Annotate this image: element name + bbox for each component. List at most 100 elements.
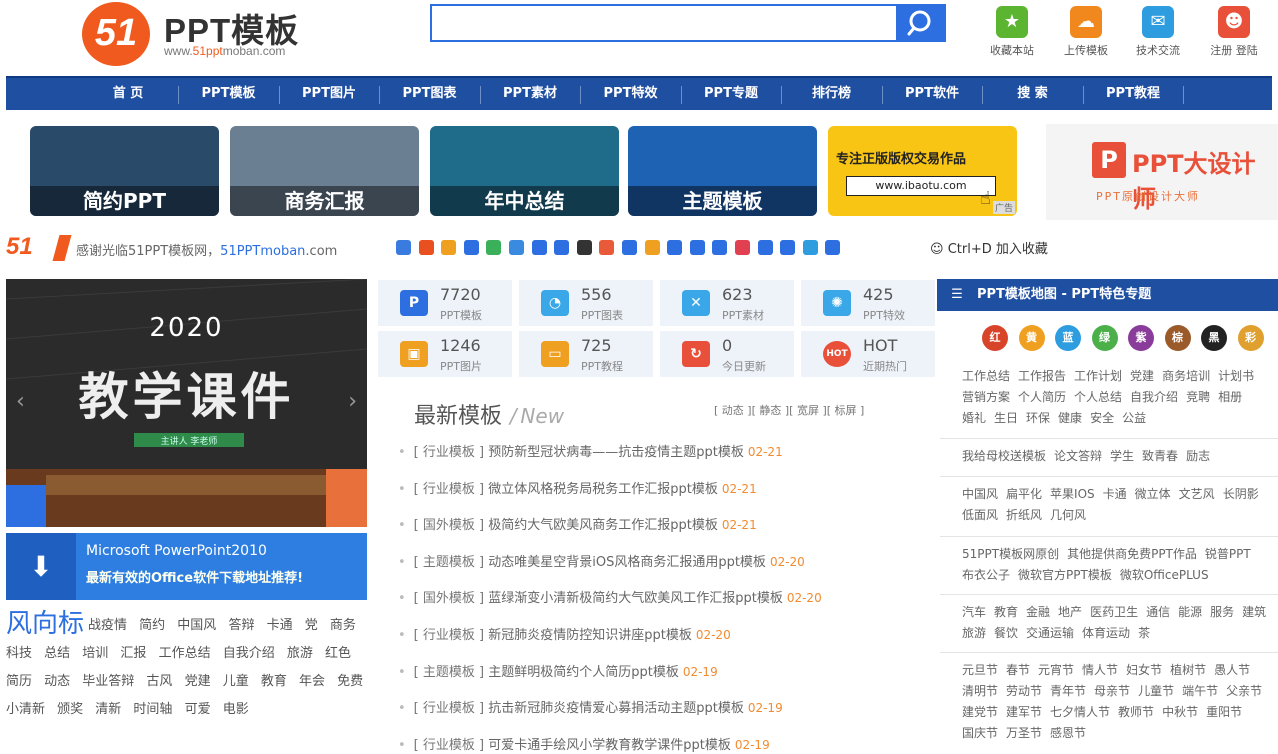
latest-item-category[interactable]: [ 行业模板 ] xyxy=(414,482,484,497)
map-tag[interactable]: 安全 xyxy=(1090,411,1114,425)
latest-item[interactable]: • [ 国外模板 ] 极简约大气欧美风商务工作汇报ppt模板 02-21 xyxy=(398,514,908,534)
latest-item-category[interactable]: [ 行业模板 ] xyxy=(414,445,484,460)
trending-tag[interactable]: 战疫情 xyxy=(88,618,131,633)
map-tag[interactable]: 相册 xyxy=(1218,390,1242,404)
latest-item-title[interactable]: 蓝绿渐变小清新极简约大气欧美风工作汇报ppt模板 xyxy=(484,591,783,606)
map-tag[interactable]: 元旦节 xyxy=(962,663,998,677)
stat-PPT教程[interactable]: ▭ 725 PPT教程 xyxy=(519,331,653,377)
nav-item-1[interactable]: PPT模板 xyxy=(179,78,279,110)
trending-tag[interactable]: 培训 xyxy=(82,646,112,661)
map-tag[interactable]: 个人简历 xyxy=(1018,390,1066,404)
map-tag[interactable]: 服务 xyxy=(1210,605,1234,619)
trending-tag[interactable]: 古风 xyxy=(146,674,176,689)
share-icon[interactable] xyxy=(712,240,728,255)
map-tag[interactable]: 父亲节 xyxy=(1226,684,1262,698)
color-6[interactable]: 黑 xyxy=(1201,325,1227,351)
map-tag[interactable]: 营销方案 xyxy=(962,390,1010,404)
trending-tag[interactable]: 教育 xyxy=(261,674,291,689)
map-tag[interactable]: 中秋节 xyxy=(1162,705,1198,719)
trending-tag[interactable]: 清新 xyxy=(95,702,125,717)
map-tag[interactable]: 致青春 xyxy=(1142,449,1178,463)
map-tag[interactable]: 教师节 xyxy=(1118,705,1154,719)
color-5[interactable]: 棕 xyxy=(1164,325,1191,351)
trending-tag[interactable]: 年会 xyxy=(299,674,329,689)
map-tag[interactable]: 中国风 xyxy=(962,487,998,501)
latest-item-title[interactable]: 抗击新冠肺炎疫情爱心募捐活动主题ppt模板 xyxy=(484,701,744,716)
nav-item-9[interactable]: 搜 索 xyxy=(983,78,1083,110)
map-tag[interactable]: 情人节 xyxy=(1082,663,1118,677)
map-tag[interactable]: 低面风 xyxy=(962,508,998,522)
map-tag[interactable]: 餐饮 xyxy=(994,626,1018,640)
map-tag[interactable]: 建筑 xyxy=(1242,605,1266,619)
map-tag[interactable]: 文艺风 xyxy=(1179,487,1215,501)
trending-tag[interactable]: 工作总结 xyxy=(159,646,215,661)
trending-tag[interactable]: 党建 xyxy=(185,674,215,689)
map-tag[interactable]: 婚礼 xyxy=(962,411,986,425)
color-1[interactable]: 黄 xyxy=(1018,325,1045,351)
map-tag[interactable]: 端午节 xyxy=(1182,684,1218,698)
trending-tag[interactable]: 科技 xyxy=(6,646,36,661)
trending-tag[interactable]: 简约 xyxy=(139,618,169,633)
nav-item-0[interactable]: 首 页 xyxy=(78,78,178,110)
share-icon[interactable] xyxy=(418,240,434,255)
share-icon[interactable] xyxy=(599,240,615,255)
latest-item-title[interactable]: 动态唯美星空背景iOS风格商务汇报通用ppt模板 xyxy=(484,555,766,570)
banner-0[interactable]: 简约PPT xyxy=(30,126,219,216)
latest-item-title[interactable]: 预防新型冠状病毒——抗击疫情主题ppt模板 xyxy=(484,445,744,460)
latest-item-title[interactable]: 主题鲜明极简约个人简历ppt模板 xyxy=(484,665,679,680)
trending-tag[interactable]: 答辩 xyxy=(228,618,258,633)
trending-tag[interactable]: 总结 xyxy=(44,646,74,661)
map-tag[interactable]: 苹果IOS xyxy=(1050,487,1095,501)
trending-tag[interactable]: 卡通 xyxy=(267,618,297,633)
color-2[interactable]: 蓝 xyxy=(1055,325,1081,351)
trending-tag[interactable]: 旅游 xyxy=(287,646,317,661)
trending-tag[interactable]: 党 xyxy=(305,618,322,633)
latest-item[interactable]: • [ 国外模板 ] 蓝绿渐变小清新极简约大气欧美风工作汇报ppt模板 02-20 xyxy=(398,587,908,607)
map-tag[interactable]: 励志 xyxy=(1186,449,1210,463)
latest-item-category[interactable]: [ 行业模板 ] xyxy=(414,738,484,753)
latest-item-category[interactable]: [ 行业模板 ] xyxy=(414,701,484,716)
nav-item-7[interactable]: 排行榜 xyxy=(782,78,882,110)
map-tag[interactable]: 妇女节 xyxy=(1126,663,1162,677)
latest-item[interactable]: • [ 主题模板 ] 主题鲜明极简约个人简历ppt模板 02-19 xyxy=(398,661,908,681)
map-tag[interactable]: 清明节 xyxy=(962,684,998,698)
map-tag[interactable]: 自我介绍 xyxy=(1130,390,1178,404)
latest-item[interactable]: •[ 行业模板 ] 可爱卡通手绘风小学教育教学课件ppt模板 02-19 xyxy=(398,734,908,754)
map-tag[interactable]: 母亲节 xyxy=(1094,684,1130,698)
filter-1[interactable]: [ 静态 ] xyxy=(752,404,790,417)
tool-user[interactable]: ☻ 注册 登陆 xyxy=(1204,6,1264,58)
map-tag[interactable]: 体育运动 xyxy=(1082,626,1130,640)
trending-tag[interactable]: 自我介绍 xyxy=(223,646,279,661)
latest-item-category[interactable]: [ 行业模板 ] xyxy=(414,628,484,643)
nav-item-10[interactable]: PPT教程 xyxy=(1083,78,1183,110)
map-tag[interactable]: 健康 xyxy=(1058,411,1082,425)
map-tag[interactable]: 教育 xyxy=(994,605,1018,619)
trending-tag[interactable]: 可爱 xyxy=(185,702,215,717)
latest-item-title[interactable]: 微立体风格税务局税务工作汇报ppt模板 xyxy=(484,482,718,497)
map-tag[interactable]: 旅游 xyxy=(962,626,986,640)
share-icon[interactable] xyxy=(554,240,570,255)
map-tag[interactable]: 工作总结 xyxy=(962,369,1010,383)
latest-item-category[interactable]: [ 国外模板 ] xyxy=(414,591,484,606)
color-3[interactable]: 绿 xyxy=(1091,325,1118,351)
map-tag[interactable]: 党建 xyxy=(1130,369,1154,383)
share-icon[interactable] xyxy=(644,240,660,255)
map-tag[interactable]: 微软官方PPT模板 xyxy=(1018,568,1112,582)
trending-tag[interactable]: 电影 xyxy=(223,702,249,717)
map-tag[interactable]: 布衣公子 xyxy=(962,568,1010,582)
map-tag[interactable]: 工作报告 xyxy=(1018,369,1066,383)
stat-PPT模板[interactable]: P 7720 PPT模板 xyxy=(378,280,512,326)
nav-item-8[interactable]: PPT软件 xyxy=(882,78,982,110)
trending-tag[interactable]: 商务 xyxy=(330,618,356,633)
map-tag[interactable]: 建党节 xyxy=(962,705,998,719)
map-tag[interactable]: 愚人节 xyxy=(1214,663,1250,677)
map-tag[interactable]: 其他提供商免费PPT作品 xyxy=(1067,547,1197,561)
map-tag[interactable]: 计划书 xyxy=(1218,369,1254,383)
share-icon[interactable] xyxy=(441,240,457,255)
map-tag[interactable]: 微立体 xyxy=(1135,487,1171,501)
banner-1[interactable]: 商务汇报 xyxy=(230,126,419,216)
map-tag[interactable]: 感恩节 xyxy=(1050,726,1086,740)
latest-item-category[interactable]: [ 主题模板 ] xyxy=(414,555,484,570)
share-icon[interactable] xyxy=(509,240,524,255)
nav-item-4[interactable]: PPT素材 xyxy=(480,78,580,110)
